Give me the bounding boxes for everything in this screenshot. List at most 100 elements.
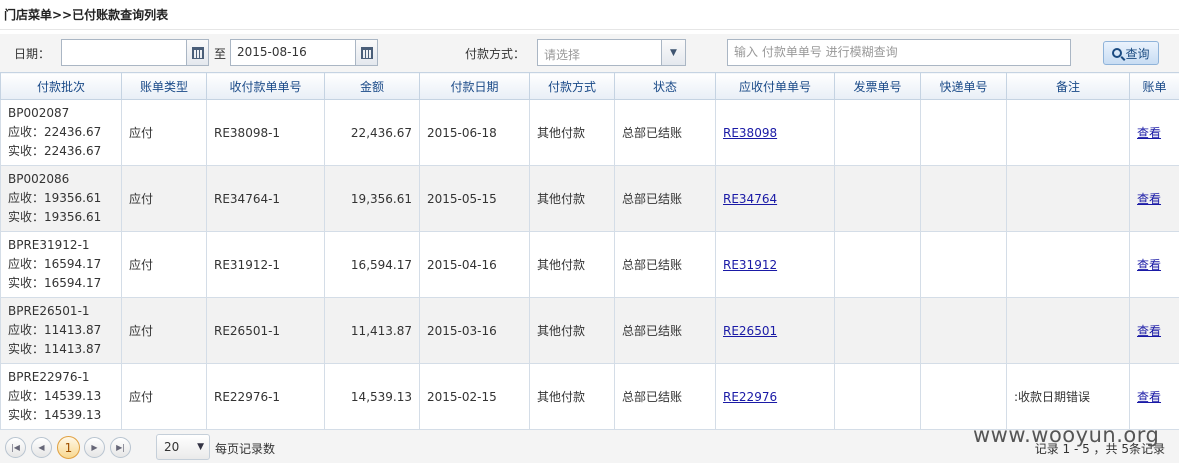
cell-batch: BPRE22976-1 应收：14539.13 实收：14539.13 (0, 363, 122, 430)
cell-bill: 查看 (1129, 297, 1179, 364)
cell-remark (1006, 231, 1130, 298)
table-row[interactable]: BP002086 应收：19356.61 实收：19356.61 应付 RE34… (0, 165, 1179, 232)
cell-ref-no: RE38098 (715, 99, 835, 166)
ref-no-link[interactable]: RE26501 (723, 324, 777, 338)
cell-bill: 查看 (1129, 363, 1179, 430)
cell-batch: BPRE31912-1 应收：16594.17 实收：16594.17 (0, 231, 122, 298)
table-row[interactable]: BPRE31912-1 应收：16594.17 实收：16594.17 应付 R… (0, 231, 1179, 298)
received-amount: 实收：14539.13 (8, 408, 102, 422)
col-header-amount[interactable]: 金额 (324, 72, 420, 100)
magnifier-icon (1112, 48, 1123, 58)
cell-doc-no: RE31912-1 (206, 231, 325, 298)
col-header-express[interactable]: 快递单号 (920, 72, 1007, 100)
cell-bill: 查看 (1129, 99, 1179, 166)
cell-date: 2015-06-18 (419, 99, 530, 166)
search-button[interactable]: 查询 (1103, 41, 1159, 65)
ref-no-link[interactable]: RE22976 (723, 390, 777, 404)
cell-bill: 查看 (1129, 231, 1179, 298)
batch-no: BPRE26501-1 (8, 304, 90, 318)
date-to-calendar-button[interactable] (355, 40, 377, 65)
search-button-label: 查询 (1125, 46, 1150, 61)
cell-remark: :收款日期错误 (1006, 363, 1130, 430)
watermark: www.wooyun.org (973, 423, 1160, 447)
table-header-row: 付款批次 账单类型 收付款单单号 金额 付款日期 付款方式 状态 应收付单单号 … (0, 72, 1179, 100)
table-row[interactable]: BP002087 应收：22436.67 实收：22436.67 应付 RE38… (0, 99, 1179, 166)
view-link[interactable]: 查看 (1137, 390, 1161, 404)
batch-no: BPRE31912-1 (8, 238, 90, 252)
received-amount: 实收：16594.17 (8, 276, 102, 290)
cell-status: 总部已结账 (614, 231, 716, 298)
cell-type: 应付 (121, 99, 207, 166)
cell-doc-no: RE22976-1 (206, 363, 325, 430)
calendar-icon (191, 46, 204, 59)
col-header-bill[interactable]: 账单 (1129, 72, 1179, 100)
next-page-icon[interactable]: ▶ (84, 437, 105, 458)
view-link[interactable]: 查看 (1137, 126, 1161, 140)
col-header-invoice[interactable]: 发票单号 (834, 72, 921, 100)
receivable-amount: 应收：16594.17 (8, 257, 102, 271)
cell-status: 总部已结账 (614, 99, 716, 166)
cell-type: 应付 (121, 297, 207, 364)
cell-remark (1006, 165, 1130, 232)
col-header-status[interactable]: 状态 (614, 72, 716, 100)
pay-method-select[interactable]: 请选择 ▼ (537, 39, 686, 66)
cell-batch: BP002086 应收：19356.61 实收：19356.61 (0, 165, 122, 232)
cell-batch: BP002087 应收：22436.67 实收：22436.67 (0, 99, 122, 166)
col-header-type[interactable]: 账单类型 (121, 72, 207, 100)
date-from-input[interactable] (61, 39, 209, 66)
cell-remark (1006, 99, 1130, 166)
date-from-calendar-button[interactable] (186, 40, 208, 65)
cell-ref-no: RE26501 (715, 297, 835, 364)
col-header-method[interactable]: 付款方式 (529, 72, 615, 100)
cell-status: 总部已结账 (614, 165, 716, 232)
current-page[interactable]: 1 (57, 436, 80, 459)
view-link[interactable]: 查看 (1137, 324, 1161, 338)
cell-express (920, 297, 1007, 364)
batch-no: BP002087 (8, 106, 70, 120)
pay-method-label: 付款方式： (465, 47, 526, 61)
cell-ref-no: RE22976 (715, 363, 835, 430)
received-amount: 实收：11413.87 (8, 342, 102, 356)
cell-type: 应付 (121, 363, 207, 430)
table-row[interactable]: BPRE22976-1 应收：14539.13 实收：14539.13 应付 R… (0, 363, 1179, 430)
cell-doc-no: RE38098-1 (206, 99, 325, 166)
ref-no-link[interactable]: RE38098 (723, 126, 777, 140)
table-row[interactable]: BPRE26501-1 应收：11413.87 实收：11413.87 应付 R… (0, 297, 1179, 364)
cell-amount: 22,436.67 (324, 99, 420, 166)
col-header-remark[interactable]: 备注 (1006, 72, 1130, 100)
cell-method: 其他付款 (529, 231, 615, 298)
cell-method: 其他付款 (529, 165, 615, 232)
page-size-select[interactable]: 20 ▼ (156, 434, 210, 460)
col-header-doc-no[interactable]: 收付款单单号 (206, 72, 325, 100)
view-link[interactable]: 查看 (1137, 258, 1161, 272)
cell-method: 其他付款 (529, 363, 615, 430)
cell-ref-no: RE31912 (715, 231, 835, 298)
cell-amount: 11,413.87 (324, 297, 420, 364)
first-page-icon[interactable]: |◀ (5, 437, 26, 458)
col-header-ref-no[interactable]: 应收付单单号 (715, 72, 835, 100)
prev-page-icon[interactable]: ◀ (31, 437, 52, 458)
date-to-label: 至 (214, 47, 227, 61)
cell-invoice (834, 231, 921, 298)
pay-method-placeholder: 请选择 (544, 48, 581, 62)
last-page-icon[interactable]: ▶| (110, 437, 131, 458)
cell-method: 其他付款 (529, 297, 615, 364)
search-input[interactable]: 输入 付款单单号 进行模糊查询 (727, 39, 1071, 66)
cell-bill: 查看 (1129, 165, 1179, 232)
chevron-down-icon[interactable]: ▼ (661, 40, 685, 65)
page-size-value: 20 (164, 440, 180, 454)
col-header-batch[interactable]: 付款批次 (0, 72, 122, 100)
receivable-amount: 应收：22436.67 (8, 125, 102, 139)
receivable-amount: 应收：11413.87 (8, 323, 102, 337)
ref-no-link[interactable]: RE34764 (723, 192, 777, 206)
ref-no-link[interactable]: RE31912 (723, 258, 777, 272)
date-to-input[interactable]: 2015-08-16 (230, 39, 378, 66)
filter-bar: 日期： 至 2015-08-16 付款方式： 请选择 ▼ 输入 付款单单号 进行… (0, 34, 1179, 72)
cell-amount: 14,539.13 (324, 363, 420, 430)
cell-status: 总部已结账 (614, 297, 716, 364)
breadcrumb: 门店菜单>>已付账款查询列表 (0, 0, 1179, 30)
cell-date: 2015-03-16 (419, 297, 530, 364)
view-link[interactable]: 查看 (1137, 192, 1161, 206)
cell-invoice (834, 99, 921, 166)
col-header-date[interactable]: 付款日期 (419, 72, 530, 100)
